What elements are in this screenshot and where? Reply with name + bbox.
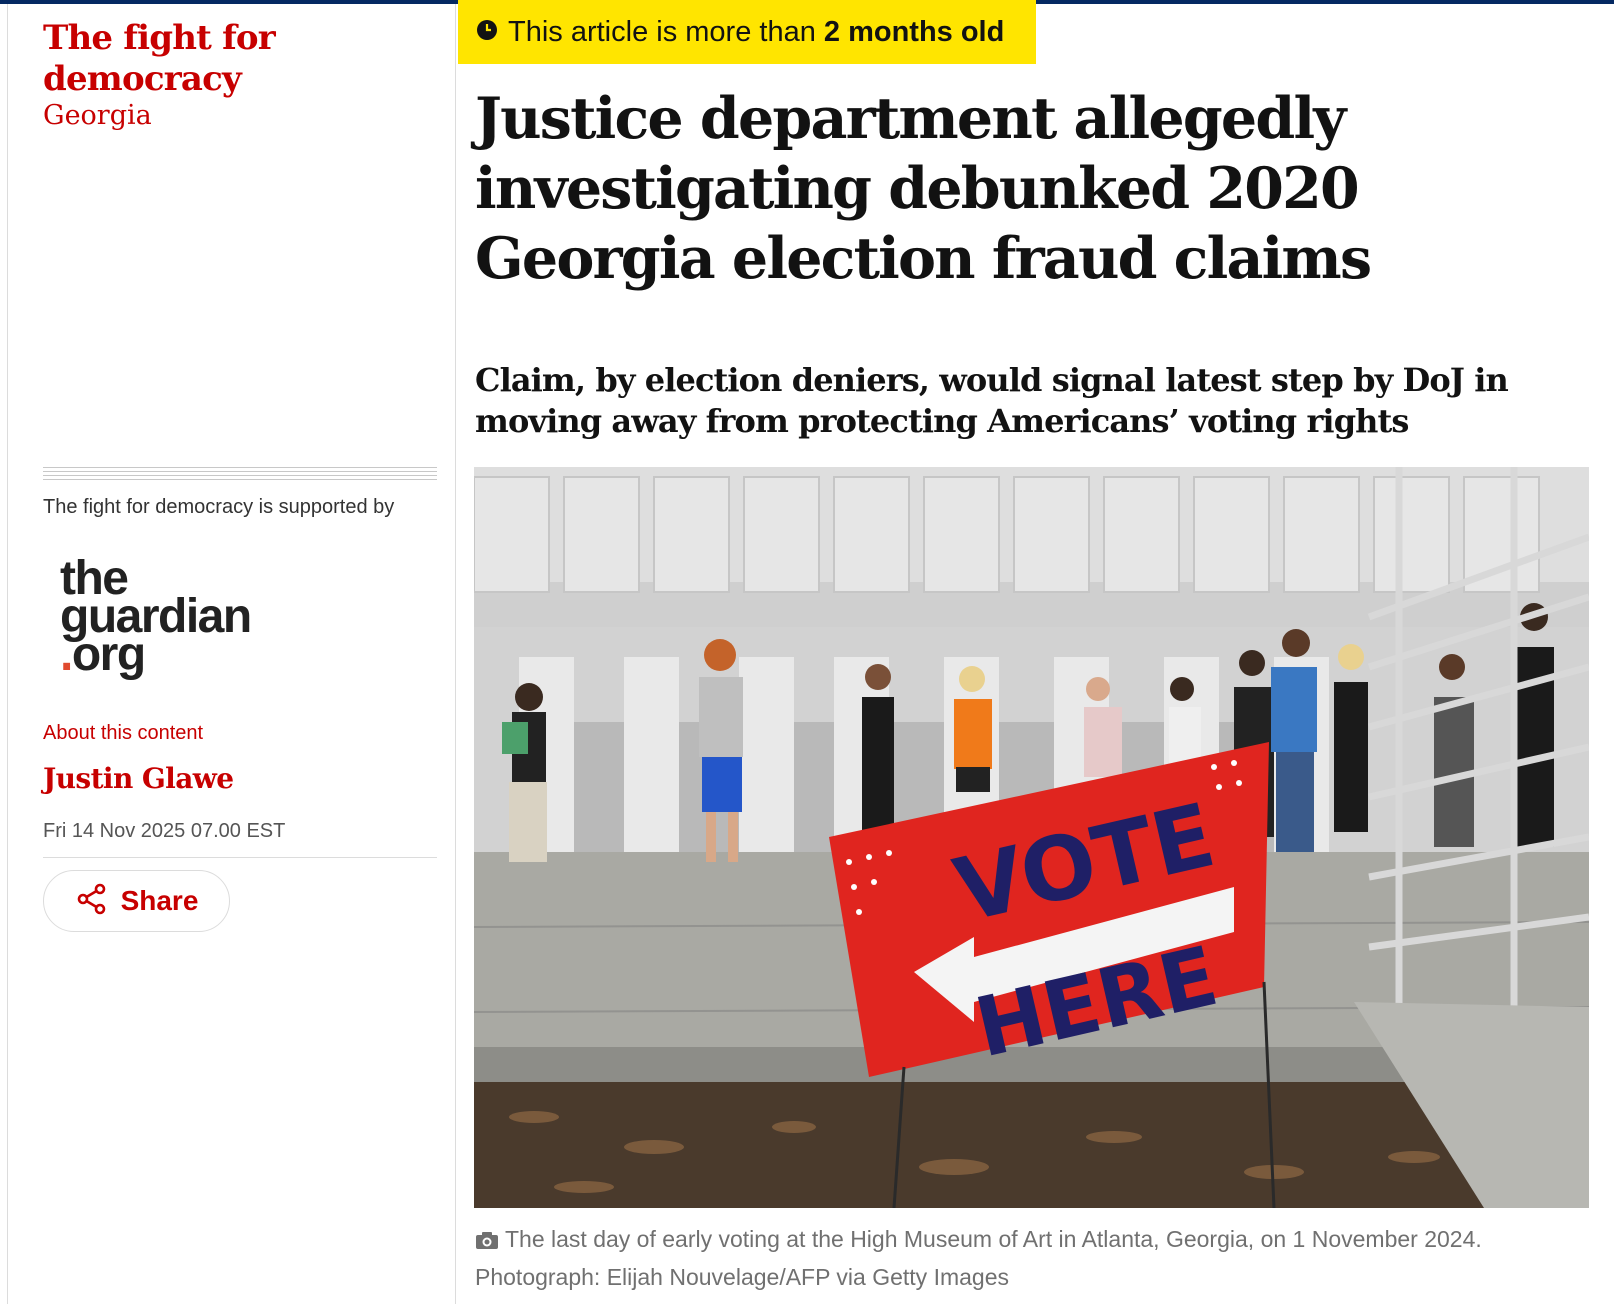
series-subtitle[interactable]: Georgia — [43, 100, 152, 131]
camera-icon — [475, 1225, 499, 1260]
supported-by-text: The fight for democracy is supported by — [43, 496, 395, 518]
caption-text: The last day of early voting at the High… — [505, 1226, 1482, 1252]
author-byline[interactable]: Justin Glawe — [43, 762, 234, 795]
meta-divider — [43, 857, 437, 858]
about-this-content-link[interactable]: About this content — [43, 722, 203, 745]
article-age-banner: This article is more than 2 months old — [458, 0, 1036, 64]
share-label: Share — [120, 885, 199, 916]
clock-icon — [476, 16, 498, 49]
age-prefix: This article is more than — [508, 15, 824, 48]
article-main-photo[interactable]: VOTE HERE — [474, 467, 1589, 1208]
age-text: This article is more than 2 months old — [508, 16, 1004, 49]
page-border-left — [7, 4, 8, 1304]
column-divider — [455, 4, 456, 1304]
photo-credit: Photograph: Elijah Nouvelage/AFP via Get… — [475, 1264, 1009, 1290]
guardian-org-logo[interactable]: the guardian .org — [60, 555, 290, 679]
ruled-divider — [43, 467, 437, 483]
publish-date: Fri 14 Nov 2025 07.00 EST — [43, 820, 286, 842]
article-headline: Justice department allegedly investigati… — [475, 85, 1372, 292]
series-title[interactable]: The fight for democracy — [43, 18, 403, 100]
share-button[interactable]: Share — [43, 870, 230, 932]
photo-caption: The last day of early voting at the High… — [475, 1222, 1595, 1295]
share-icon — [75, 882, 109, 920]
article-standfirst: Claim, by election deniers, would signal… — [475, 361, 1509, 440]
age-value: 2 months old — [823, 15, 1005, 48]
